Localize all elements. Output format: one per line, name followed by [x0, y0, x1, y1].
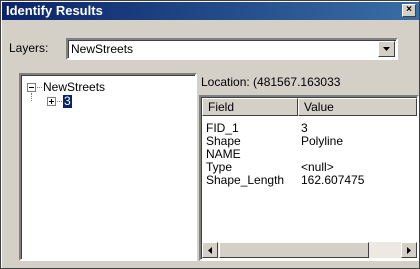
- dropdown-button[interactable]: [378, 41, 395, 57]
- tree-node-newstreets[interactable]: NewStreets: [43, 80, 105, 94]
- tree-connector: [57, 101, 62, 102]
- attribute-list[interactable]: Field Value FID_1 3 Shape Polyline NAME Ty…: [199, 95, 419, 261]
- field-value: 162.607475: [301, 173, 365, 187]
- chevron-down-icon: [383, 47, 390, 51]
- results-tree[interactable]: NewStreets 3: [19, 73, 197, 261]
- location-readout: Location: (481567.163033: [199, 73, 419, 93]
- identify-results-window: Identify Results × Layers: NewStreets Ne…: [0, 0, 420, 269]
- arrow-right-icon: [407, 247, 411, 254]
- list-header: Field Value: [202, 98, 417, 116]
- collapse-icon[interactable]: [27, 83, 36, 92]
- arrow-left-icon: [208, 247, 212, 254]
- column-header-value[interactable]: Value: [298, 98, 417, 116]
- layers-dropdown[interactable]: NewStreets: [66, 38, 398, 60]
- field-name: Shape_Length: [206, 173, 285, 187]
- tree-connector: [37, 87, 42, 88]
- title-bar[interactable]: Identify Results ×: [2, 2, 419, 20]
- horizontal-scrollbar[interactable]: [202, 242, 417, 258]
- close-icon[interactable]: ×: [402, 4, 416, 17]
- window-title: Identify Results: [6, 3, 103, 18]
- layers-label: Layers:: [9, 41, 49, 55]
- column-header-field[interactable]: Field: [202, 98, 298, 116]
- scrollbar-thumb[interactable]: [219, 242, 369, 258]
- field-value: Polyline: [301, 134, 344, 148]
- details-pane: Location: (481567.163033 Field Value FID…: [199, 73, 419, 261]
- expand-icon[interactable]: [47, 97, 56, 106]
- tree-connector-vertical: [31, 93, 32, 101]
- scroll-left-button[interactable]: [202, 242, 218, 258]
- layers-dropdown-value: NewStreets: [71, 42, 134, 56]
- tree-node-3[interactable]: 3: [62, 94, 73, 109]
- scroll-right-button[interactable]: [401, 242, 417, 258]
